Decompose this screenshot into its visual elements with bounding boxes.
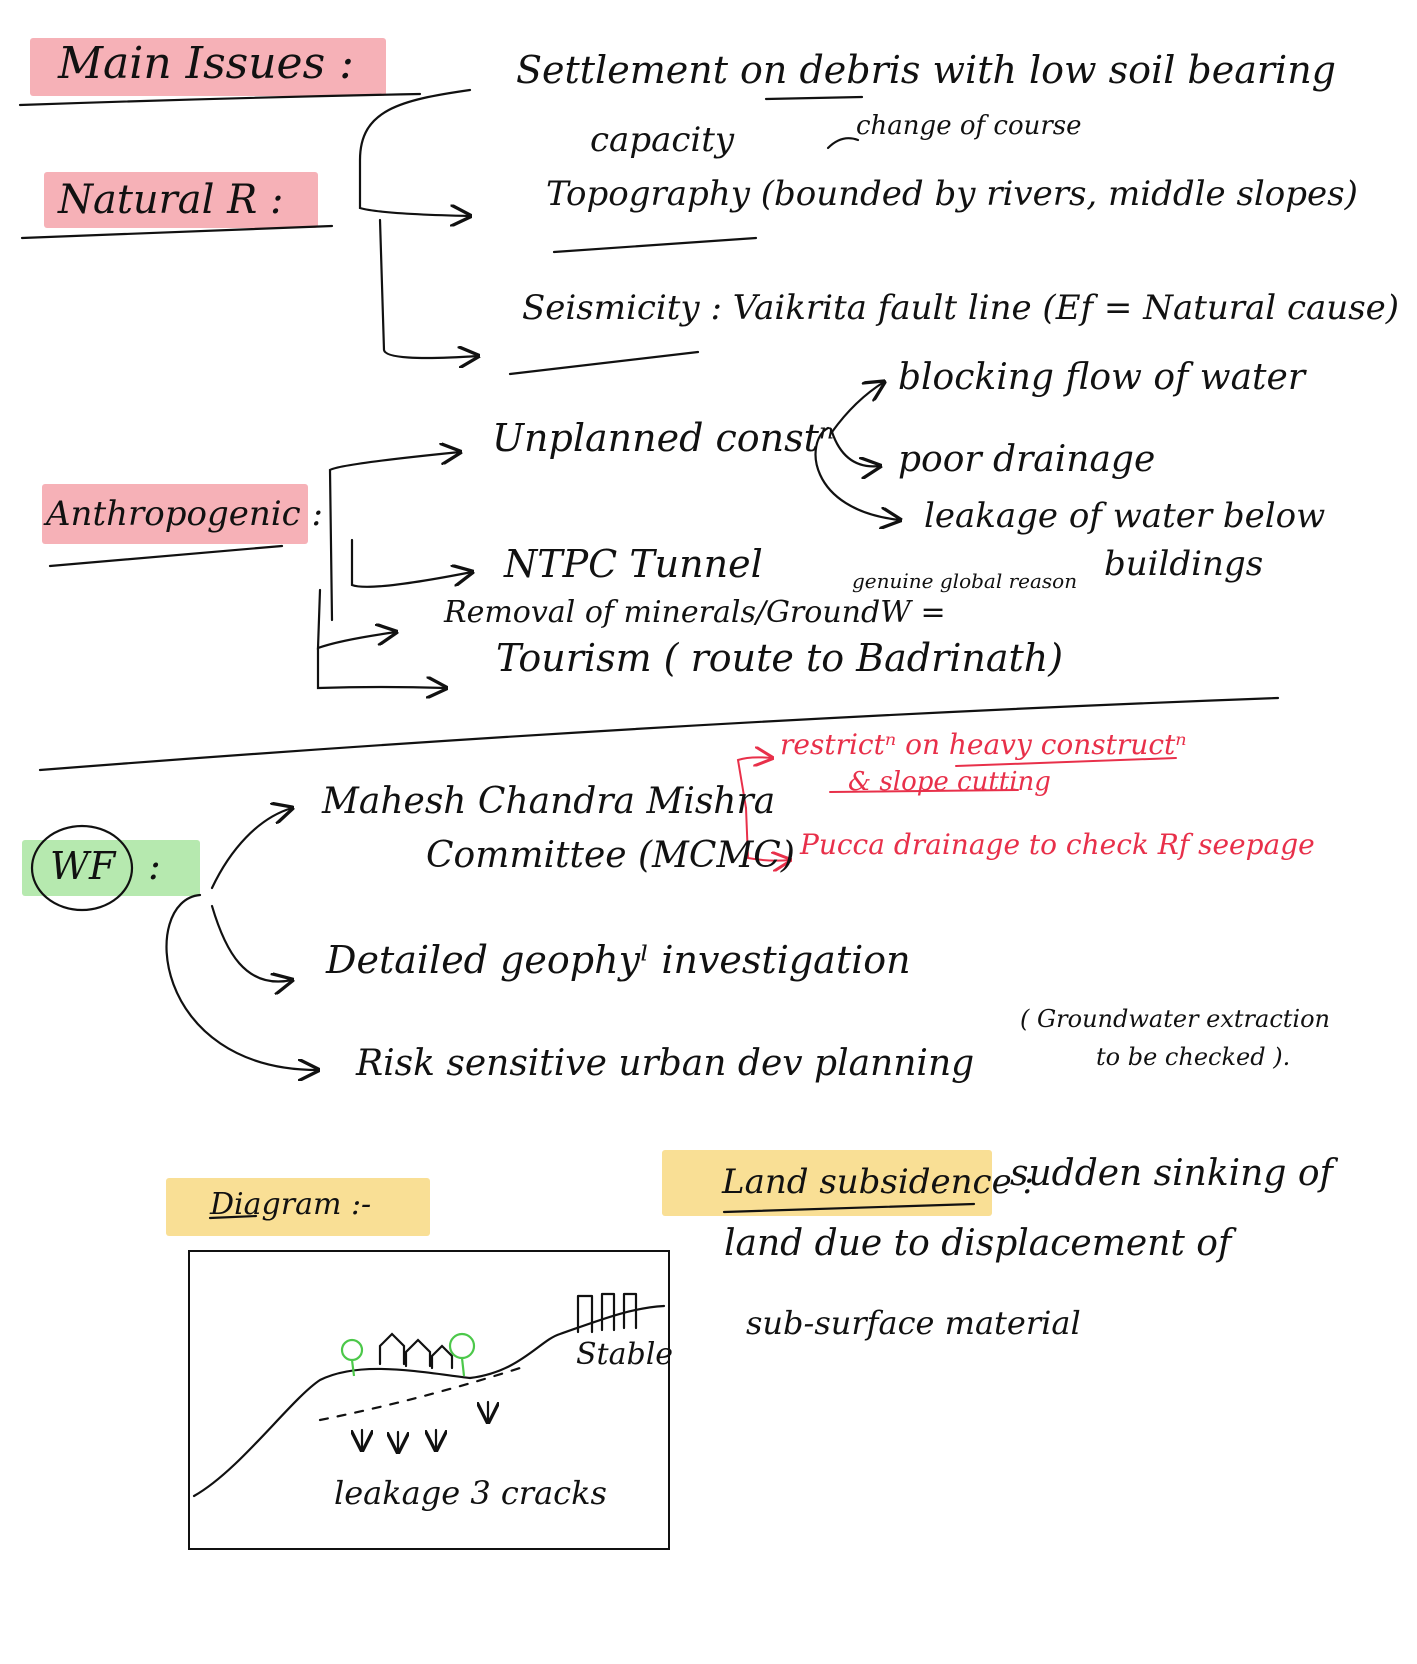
tourism-text: Tourism ( route to Badrinath) (496, 636, 1064, 680)
land-subsidence-heading: Land subsidence : (722, 1162, 1034, 1202)
change-course-note: change of course (856, 111, 1082, 141)
mcmc-text-2: Committee (MCMC) (426, 835, 795, 876)
restriction-text: restrictⁿ on heavy constructⁿ (780, 728, 1187, 761)
blocking-water-text: blocking flow of water (898, 357, 1306, 398)
capacity-text: capacity (590, 120, 735, 160)
geophysical-investigation-text: Detailed geophyˡ investigation (326, 938, 911, 982)
main-issues-heading: Main Issues : (58, 38, 354, 89)
topography-text: Topography (bounded by rivers, middle sl… (546, 174, 1358, 214)
unplanned-construction-text: Unplanned constⁿ (492, 416, 835, 460)
removal-minerals-text: Removal of minerals/GroundW = (444, 595, 946, 630)
mcmc-text-1: Mahesh Chandra Mishra (322, 781, 776, 822)
poor-drainage-text: poor drainage (898, 439, 1156, 480)
subsidence-line-3: sub-surface material (746, 1304, 1081, 1342)
buildings-text: buildings (1104, 544, 1264, 584)
slope-cutting-text: & slope cutting (848, 767, 1051, 797)
seismicity-text: Seismicity : Vaikrita fault line (Ef = N… (522, 288, 1400, 328)
risk-planning-text: Risk sensitive urban dev planning (356, 1043, 975, 1084)
diagram-stable-label: Stable (576, 1337, 674, 1372)
subsidence-line-1: sudden sinking of (1010, 1153, 1333, 1194)
diagram-leakage-label: leakage 3 cracks (334, 1474, 607, 1512)
natural-heading: Natural R : (58, 177, 284, 223)
settlement-text: Settlement on debris with low soil beari… (516, 48, 1337, 92)
global-reason-note: genuine global reason (852, 569, 1078, 593)
leakage-text: leakage of water below (924, 496, 1326, 536)
wf-heading: WF (50, 844, 116, 888)
wf-colon: : (148, 844, 161, 888)
groundwater-note-1: ( Groundwater extraction (1020, 1005, 1330, 1033)
subsidence-line-2: land due to displacement of (724, 1223, 1232, 1264)
groundwater-note-2: to be checked ). (1096, 1043, 1291, 1071)
diagram-heading: Diagram :- (210, 1187, 372, 1222)
pucca-drainage-text: Pucca drainage to check Rf seepage (800, 828, 1315, 861)
anthropogenic-heading: Anthropogenic : (46, 494, 323, 534)
ntpc-tunnel-text: NTPC Tunnel (504, 542, 763, 586)
